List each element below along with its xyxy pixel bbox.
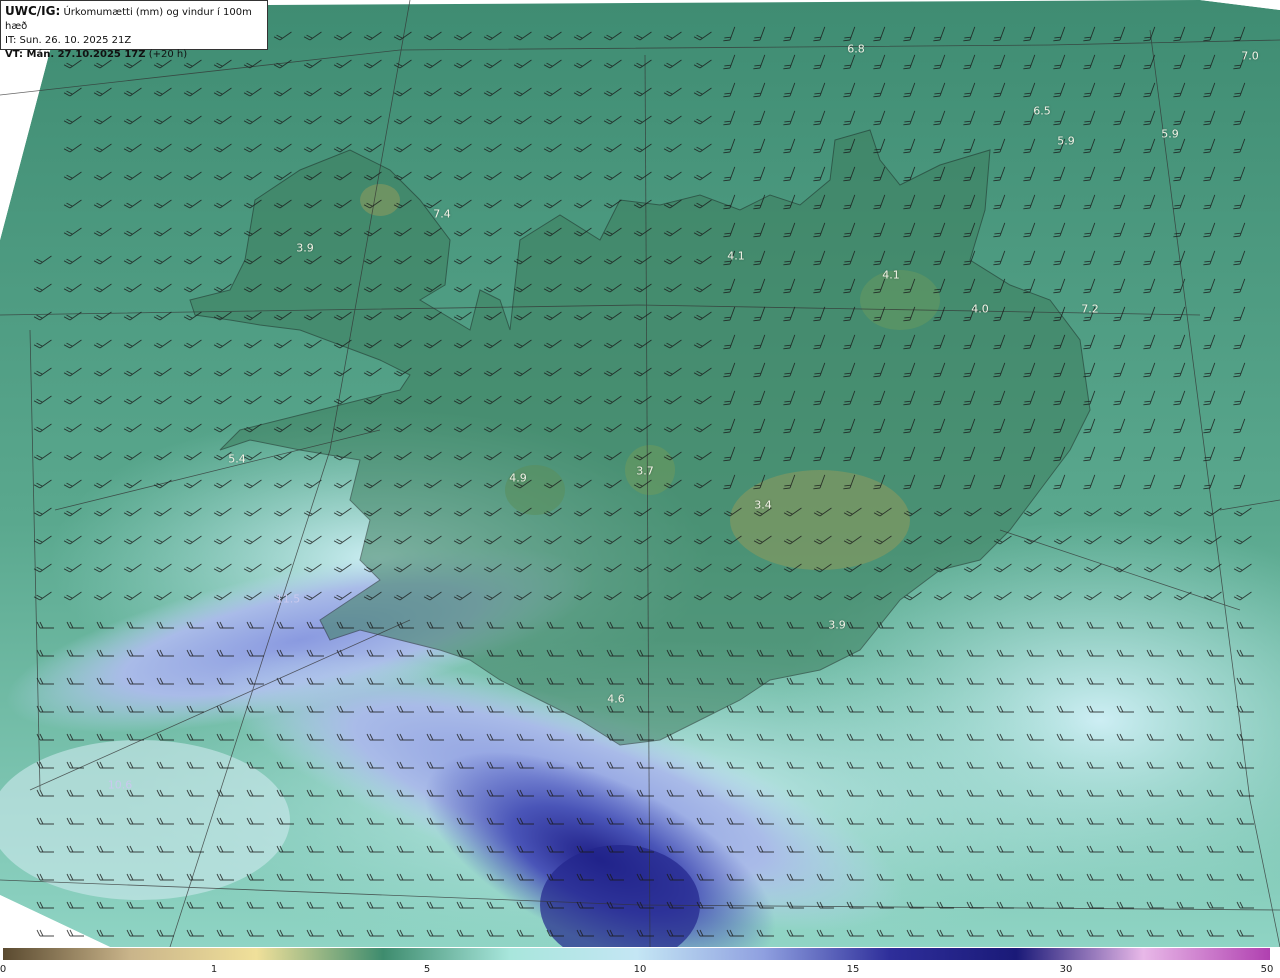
colorbar-tick-label: 1 xyxy=(210,964,218,975)
precipitation-value-label: 5.9 xyxy=(1161,127,1179,141)
precipitation-value-label: 7.2 xyxy=(1081,302,1099,316)
precipitation-value-label: 5.9 xyxy=(1057,134,1075,148)
precipitation-value-label: 7.4 xyxy=(433,207,451,221)
colorbar-tick-label: 0 xyxy=(0,964,7,975)
precipitation-value-label: 5.4 xyxy=(228,452,246,466)
precipitation-value-label: 4.0 xyxy=(971,302,989,316)
colorbar-gradient xyxy=(3,948,1270,960)
precipitation-value-label: 4.1 xyxy=(882,268,900,282)
valid-time-line: VT: Mán. 27.10.2025 17Z (+20 h) xyxy=(5,48,263,62)
model-code: UWC/IG: xyxy=(5,4,61,18)
precipitation-value-label: 4.6 xyxy=(607,692,625,706)
colorbar-tick-label: 50 xyxy=(1260,964,1274,975)
forecast-offset: (+20 h) xyxy=(148,49,188,60)
precipitation-value-label: 10.6 xyxy=(107,778,133,792)
precipitation-value-label: 6.5 xyxy=(1033,104,1051,118)
colorbar-tick-label: 10 xyxy=(633,964,647,975)
precipitation-value-label: 4.1 xyxy=(727,249,745,263)
colorbar-tick-label: 15 xyxy=(846,964,860,975)
map-info-box: UWC/IG: Úrkomumætti (mm) og vindur í 100… xyxy=(0,0,268,60)
colorbar-tick-label: 5 xyxy=(423,964,431,975)
precipitation-value-label: 6.8 xyxy=(847,42,865,56)
precipitation-value-label: 3.9 xyxy=(828,618,846,632)
precipitation-value-label: 7.0 xyxy=(1241,49,1259,63)
precipitation-value-label: 4.9 xyxy=(509,471,527,485)
precipitation-value-label: 11.5 xyxy=(275,592,301,606)
valid-time: VT: Mán. 27.10.2025 17Z xyxy=(5,49,146,60)
colorbar: 0 1 5 10 15 30 50 xyxy=(0,947,1280,978)
precipitation-value-label: 3.7 xyxy=(636,464,654,478)
colorbar-tick-label: 30 xyxy=(1059,964,1073,975)
precipitation-value-label: 3.4 xyxy=(754,498,772,512)
title-line: UWC/IG: Úrkomumætti (mm) og vindur í 100… xyxy=(5,4,263,34)
precipitation-value-label: 3.9 xyxy=(296,241,314,255)
issue-time: IT: Sun. 26. 10. 2025 21Z xyxy=(5,35,132,46)
